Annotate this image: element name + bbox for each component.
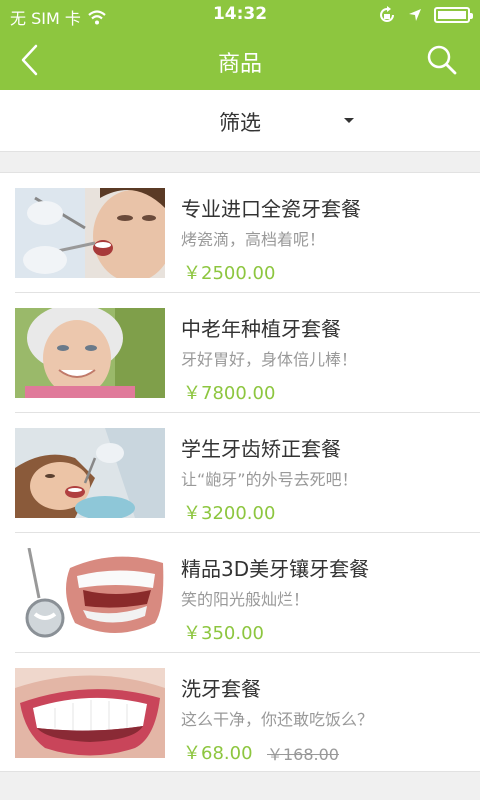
battery-icon (434, 7, 473, 23)
rotation-lock-icon (380, 6, 394, 22)
product-price: ￥350.00 (183, 623, 264, 644)
product-title: 学生牙齿矫正套餐 (181, 437, 341, 461)
nav-bar: 商品 (0, 30, 480, 90)
product-item[interactable]: 中老年种植牙套餐 牙好胃好，身体倍儿棒！ ￥7800.00 (0, 293, 480, 413)
product-title: 专业进口全瓷牙套餐 (181, 197, 361, 221)
product-price: ￥7800.00 (183, 383, 276, 404)
filter-dropdown[interactable]: 筛选 (0, 90, 480, 152)
product-subtitle: 牙好胃好，身体倍儿棒！ (181, 350, 358, 369)
product-item[interactable]: 学生牙齿矫正套餐 让“龅牙”的外号去死吧！ ￥3200.00 (0, 413, 480, 533)
product-subtitle: 笑的阳光般灿烂！ (181, 590, 310, 609)
product-image (15, 668, 165, 758)
caret-down-icon (344, 118, 354, 123)
product-item[interactable]: 精品3D美牙镶牙套餐 笑的阳光般灿烂！ ￥350.00 (0, 533, 480, 653)
product-list: 专业进口全瓷牙套餐 烤瓷滴，高档着呢！ ￥2500.00 中老年种植牙套餐 牙好… (0, 172, 480, 772)
location-arrow-icon (409, 9, 421, 21)
page-title: 商品 (217, 52, 262, 77)
product-subtitle: 烤瓷滴，高档着呢！ (181, 230, 326, 249)
filter-label: 筛选 (219, 111, 261, 135)
status-right-icons (378, 6, 473, 24)
product-subtitle: 让“龅牙”的外号去死吧！ (181, 470, 358, 489)
product-image (15, 428, 165, 518)
product-item[interactable]: 专业进口全瓷牙套餐 烤瓷滴，高档着呢！ ￥2500.00 (0, 173, 480, 293)
product-original-price: ￥168.00 (267, 745, 339, 764)
product-image (15, 188, 165, 278)
product-price: ￥68.00 (183, 743, 253, 764)
product-title: 中老年种植牙套餐 (181, 317, 341, 341)
product-title: 洗牙套餐 (181, 677, 261, 701)
search-icon (427, 45, 457, 75)
product-price: ￥3200.00 (183, 503, 276, 524)
product-image (15, 308, 165, 398)
product-price: ￥2500.00 (183, 263, 276, 284)
app-header: 无 SIM 卡 14:32 商品 (0, 0, 480, 90)
status-bar: 无 SIM 卡 14:32 (0, 0, 480, 30)
product-subtitle: 这么干净，你还敢吃饭么？ (181, 710, 374, 729)
search-button[interactable] (422, 40, 462, 80)
product-image (15, 548, 165, 638)
product-title: 精品3D美牙镶牙套餐 (181, 557, 370, 581)
product-item[interactable]: 洗牙套餐 这么干净，你还敢吃饭么？ ￥68.00 ￥168.00 (0, 653, 480, 773)
